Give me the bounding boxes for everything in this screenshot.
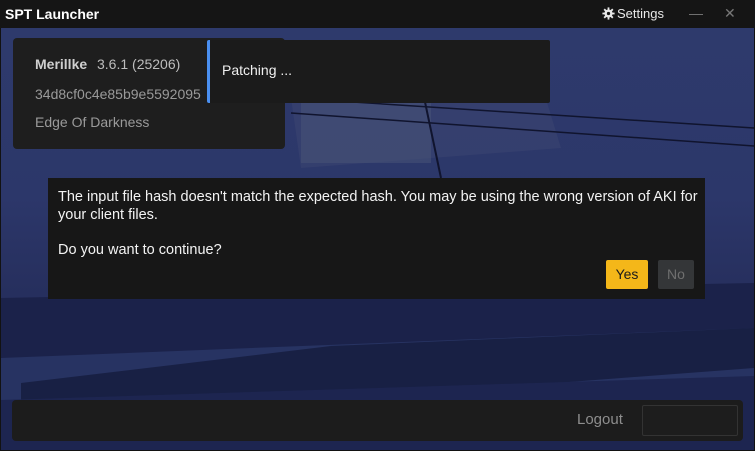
profile-edition: Edge Of Darkness — [35, 114, 150, 130]
settings-label: Settings — [617, 6, 664, 21]
title-bar: SPT Launcher Settings — ✕ — [0, 0, 755, 28]
bottom-bar: Logout — [12, 400, 743, 441]
app-title: SPT Launcher — [5, 6, 100, 22]
hash-mismatch-dialog: The input file hash doesn't match the ex… — [48, 178, 705, 299]
no-button[interactable]: No — [658, 260, 694, 289]
yes-button[interactable]: Yes — [606, 260, 648, 289]
close-button[interactable]: ✕ — [724, 6, 736, 20]
patch-status-text: Patching ... — [222, 62, 293, 78]
dialog-question: Do you want to continue? — [58, 242, 222, 258]
profile-version: 3.6.1 (25206) — [97, 56, 181, 72]
gear-icon — [602, 7, 615, 20]
profile-id: 34d8cf0c4e85b9e5592095 — [35, 86, 201, 102]
profile-username: Merillke — [35, 56, 88, 72]
dialog-message: The input file hash doesn't match the ex… — [58, 189, 698, 223]
patch-status-box: Patching ... — [207, 40, 550, 103]
settings-button[interactable]: Settings — [602, 6, 664, 21]
start-game-button[interactable] — [642, 405, 738, 436]
logout-button[interactable]: Logout — [577, 411, 623, 428]
minimize-button[interactable]: — — [689, 6, 703, 20]
